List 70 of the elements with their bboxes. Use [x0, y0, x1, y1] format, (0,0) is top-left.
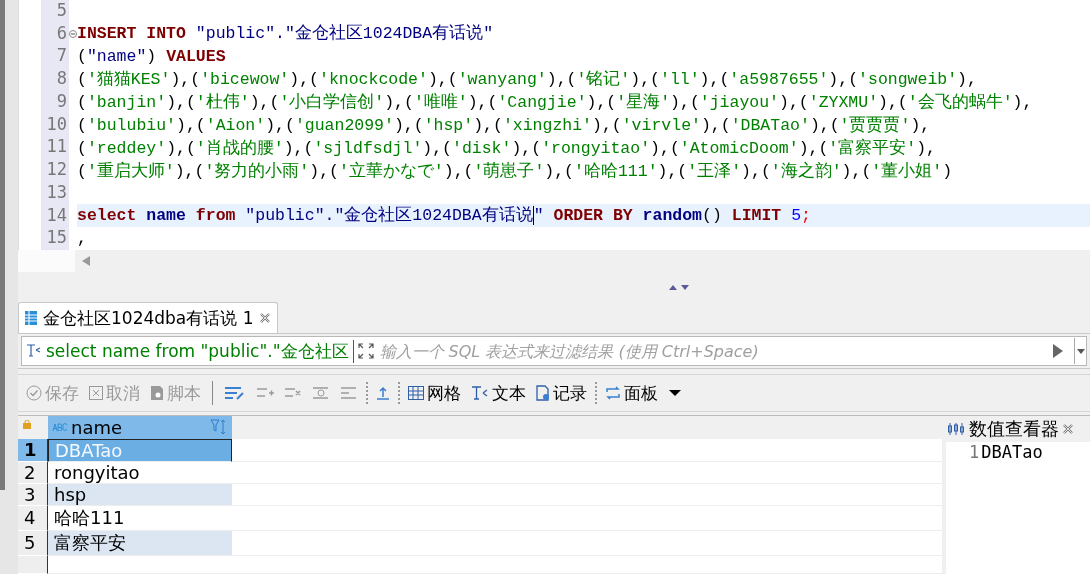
- play-icon: [1052, 343, 1064, 359]
- sash-arrows-icon: [668, 283, 690, 291]
- abc-type-icon: [52, 423, 68, 432]
- copy-row-icon: [284, 386, 302, 400]
- text-icon: [471, 385, 489, 401]
- grid-button[interactable]: 网格: [406, 381, 463, 405]
- document-icon: [536, 385, 550, 401]
- code-line: ('banjin'),('杜伟'),('小白学信创'),('唯唯'),('Cangjie'),('星海'),('jiayou'),('ZYXMU'),('会飞的蜗牛'),: [77, 91, 1033, 114]
- line-number: 7: [55, 45, 68, 68]
- code-line: ('重启大师'),('努力的小雨'),('立華かなで'),('萌崽子'),('哈哈111'),('王泽'),('海之韵'),('董小姐'): [77, 160, 953, 183]
- value-viewer-icon: [948, 422, 966, 436]
- table-cell[interactable]: rongyitao: [48, 461, 232, 484]
- code-line: ,: [77, 228, 87, 250]
- scroll-left-icon: [81, 255, 91, 267]
- line-number: 1: [969, 442, 980, 462]
- table-cell[interactable]: 富察平安: [48, 530, 232, 556]
- results-tab[interactable]: 金仓社区1024dba有话说 1: [18, 302, 279, 333]
- dropdown-button[interactable]: [1074, 338, 1086, 364]
- upload-icon: [376, 385, 390, 401]
- code-line: INSERT INTO "public"."金仓社区1024DBA有话说": [77, 22, 494, 45]
- row-number: 2: [18, 461, 48, 484]
- list-icon: [340, 386, 358, 400]
- code-line: select name from "public"."金仓社区1024DBA有话说" ORDER BY random() LIMIT 5;: [77, 205, 811, 227]
- lock-icon: [23, 420, 31, 429]
- line-number: 13: [45, 181, 68, 204]
- caret-icon: [1076, 348, 1085, 354]
- line-number: 8: [55, 68, 68, 91]
- panel-button[interactable]: 面板: [603, 381, 660, 405]
- filter-input[interactable]: 输入一个 SQL 表达式来过滤结果 (使用 Ctrl+Space): [377, 340, 1042, 362]
- line-number: 12: [45, 159, 68, 182]
- record-button[interactable]: 记录: [534, 381, 589, 405]
- filter-field[interactable]: select name from "public"."金仓社区 输入一个 SQL 表达式来过滤结果 (使用 Ctrl+Space): [21, 336, 1087, 366]
- code-line: ('bulubiu'),('Aion'),('guan2099'),('hsp'),('xingzhi'),('virvle'),('DBATao'),('贾贾贾'),: [77, 114, 931, 137]
- line-number: 14: [45, 204, 68, 227]
- row-number: 3: [18, 483, 48, 506]
- panel-title: 数值查看器: [969, 417, 1059, 441]
- expand-icon: [357, 343, 374, 359]
- export-button[interactable]: [374, 385, 392, 401]
- line-number: 9: [55, 90, 68, 113]
- row-number: 4: [18, 505, 48, 531]
- text-icon: [26, 343, 42, 359]
- text-button[interactable]: 文本: [469, 381, 528, 405]
- close-icon: [259, 312, 272, 324]
- code-line: ('reddey'),('肖战的腰'),('sjldfsdjl'),('disk'),('rongyitao'),('AtomicDoom'),('富察平安'),: [77, 137, 936, 160]
- edit-icon: [224, 385, 246, 401]
- row-number: 5: [18, 530, 48, 556]
- close-icon: [89, 386, 103, 400]
- line-number: 15: [45, 227, 68, 250]
- table-cell[interactable]: hsp: [48, 483, 232, 506]
- delete-row-icon: [312, 386, 330, 400]
- caret-icon: [668, 389, 682, 397]
- table-icon: [25, 311, 37, 325]
- value-text: DBATao: [981, 442, 1043, 462]
- column-header[interactable]: name: [48, 416, 232, 439]
- query-text: select name from "public"."金仓社区: [46, 339, 354, 363]
- code-line: ("name") VALUES: [77, 45, 226, 68]
- refresh-icon: [605, 386, 621, 400]
- add-row-icon: [256, 386, 274, 400]
- code-line: ('猫猫KES'),('bicewow'),('knockcode'),('wanyang'),('铭记'),('ll'),('a5987655'),('songweib'),: [77, 68, 977, 91]
- line-number: 5: [55, 0, 68, 22]
- line-number: 10: [45, 113, 68, 136]
- grid-icon: [408, 386, 424, 400]
- row-number: 1: [18, 438, 48, 462]
- line-number: 6: [55, 22, 68, 45]
- table-cell[interactable]: 哈哈111: [48, 505, 232, 531]
- check-icon: [26, 385, 42, 401]
- close-icon: [1062, 423, 1074, 435]
- line-number: 11: [45, 136, 68, 159]
- filter-sort-icon: [210, 418, 228, 437]
- document-icon: [150, 385, 164, 401]
